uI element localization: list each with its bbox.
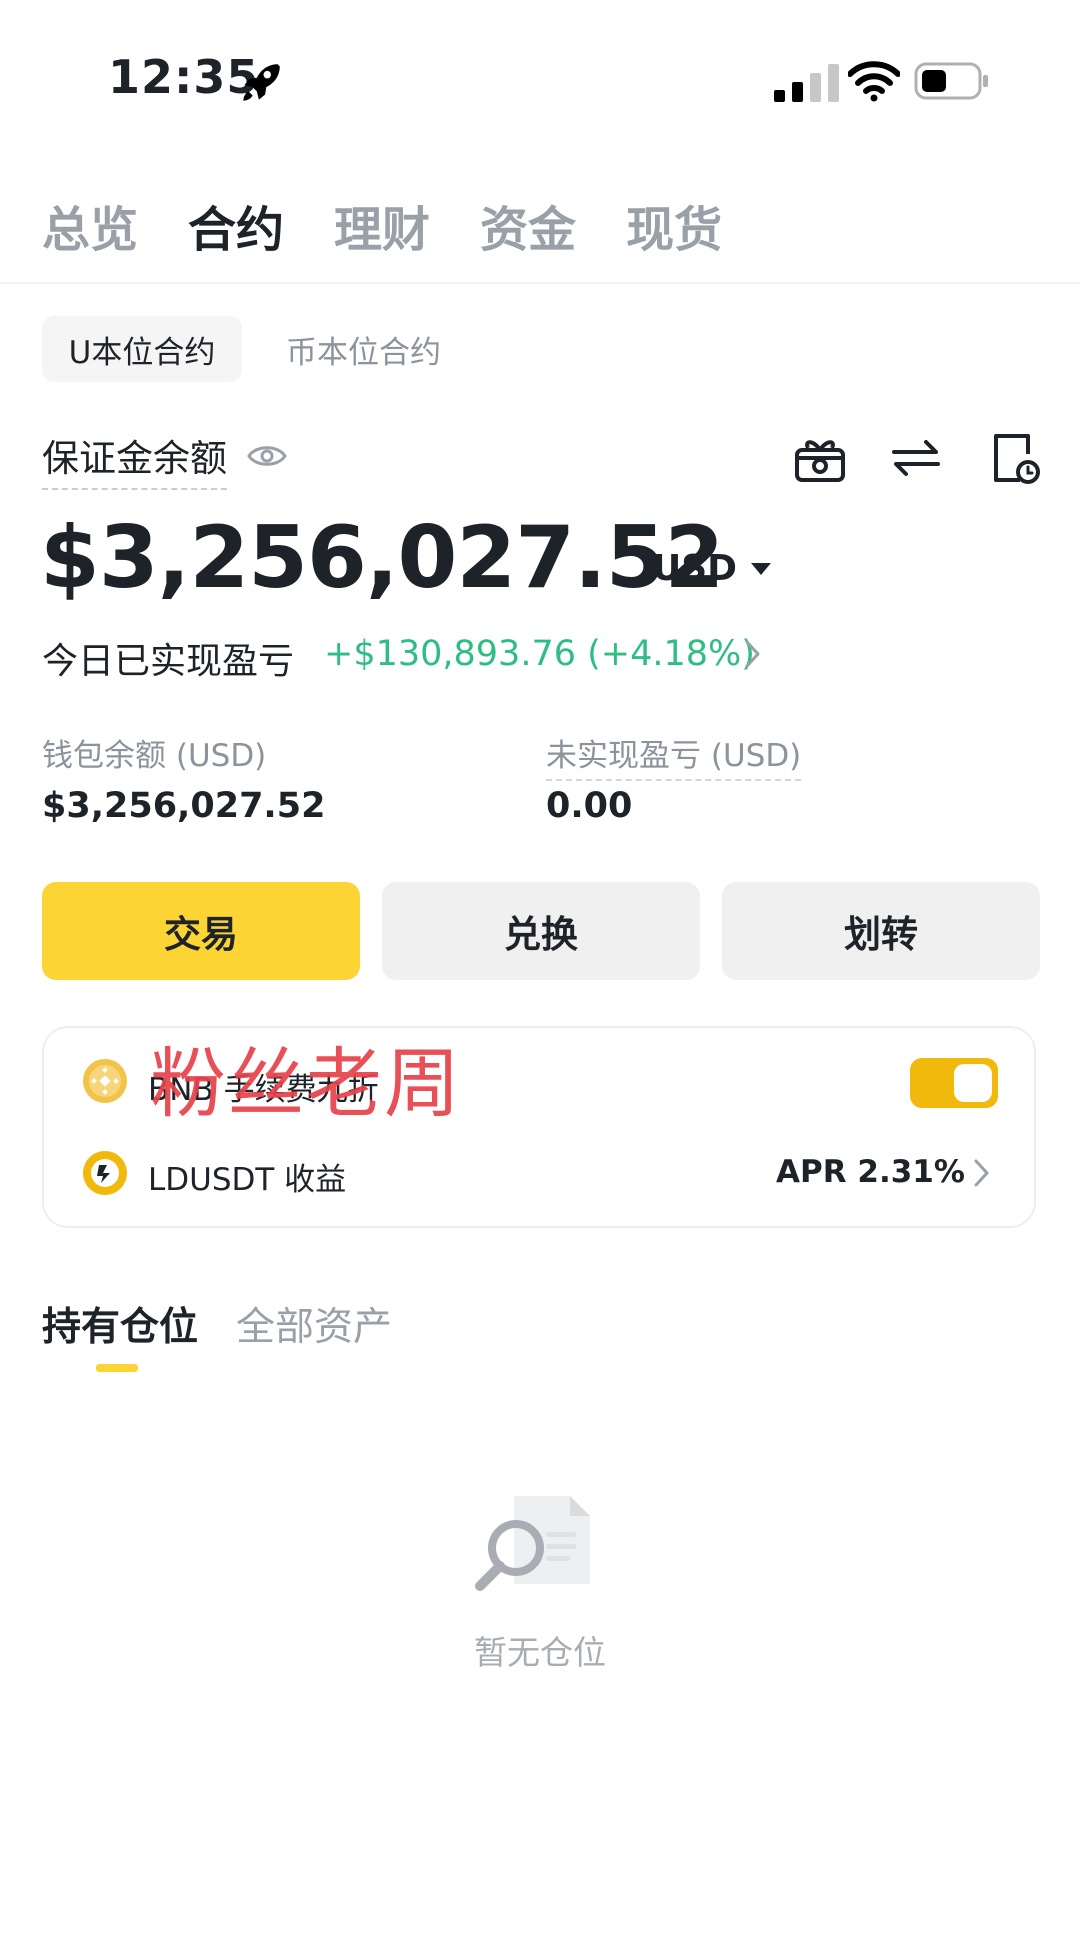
transfer-button[interactable]: 划转 [722, 882, 1040, 980]
tab-spot[interactable]: 现货 [626, 190, 722, 260]
ldusdt-icon [83, 1151, 127, 1195]
active-tab-indicator [96, 1364, 138, 1372]
apr-value[interactable]: APR 2.31% [776, 1154, 965, 1190]
chevron-right-icon[interactable] [972, 1156, 992, 1190]
tab-funding[interactable]: 资金 [480, 190, 576, 260]
top-tabs: 总览 合约 理财 资金 现货 [42, 190, 722, 260]
rocket-icon [243, 64, 280, 101]
tab-overview[interactable]: 总览 [42, 190, 138, 260]
tab-all-assets[interactable]: 全部资产 [236, 1296, 392, 1352]
margin-balance-label[interactable]: 保证金余额 [42, 428, 227, 490]
unrealized-pnl-label[interactable]: 未实现盈亏 (USD) [546, 730, 802, 781]
currency-selector[interactable]: USD [652, 548, 772, 589]
swap-arrows-icon[interactable] [888, 430, 944, 486]
wifi-icon [848, 61, 900, 102]
caret-down-icon [751, 562, 772, 575]
bnb-coin-icon [83, 1059, 127, 1103]
tab-earn[interactable]: 理财 [334, 190, 430, 260]
margin-balance-value: $3,256,027.52 [40, 508, 724, 608]
trade-button[interactable]: 交易 [42, 882, 360, 980]
currency-label: USD [652, 548, 738, 589]
convert-button[interactable]: 兑换 [382, 882, 700, 980]
today-pnl-label: 今日已实现盈亏 [42, 641, 295, 682]
ldusdt-earn-label[interactable]: LDUSDT 收益 [148, 1154, 346, 1199]
history-icon[interactable] [986, 430, 1042, 486]
watermark-text: 粉丝老周 [150, 1039, 462, 1128]
unrealized-pnl-value: 0.00 [546, 786, 633, 826]
battery-icon [914, 62, 988, 100]
empty-document-search-icon [475, 1496, 590, 1591]
wallet-balance-label: 钱包余额 (USD) [42, 738, 267, 774]
today-pnl-value[interactable]: +$130,893.76 (+4.18%) [324, 634, 755, 674]
signal-icon [774, 64, 839, 102]
bnb-fee-toggle[interactable] [910, 1058, 998, 1108]
eye-icon[interactable] [246, 440, 288, 472]
tab-open-positions[interactable]: 持有仓位 [42, 1296, 198, 1352]
chevron-right-icon[interactable] [742, 636, 764, 672]
gift-icon[interactable] [792, 430, 848, 486]
no-positions-text: 暂无仓位 [474, 1633, 606, 1672]
header-divider [0, 282, 1080, 284]
wallet-balance-value: $3,256,027.52 [42, 786, 326, 826]
tab-coinm-futures[interactable]: 币本位合约 [286, 316, 441, 382]
toggle-knob [954, 1064, 992, 1102]
tab-futures[interactable]: 合约 [188, 190, 284, 260]
tab-usdm-futures[interactable]: U本位合约 [42, 316, 242, 382]
